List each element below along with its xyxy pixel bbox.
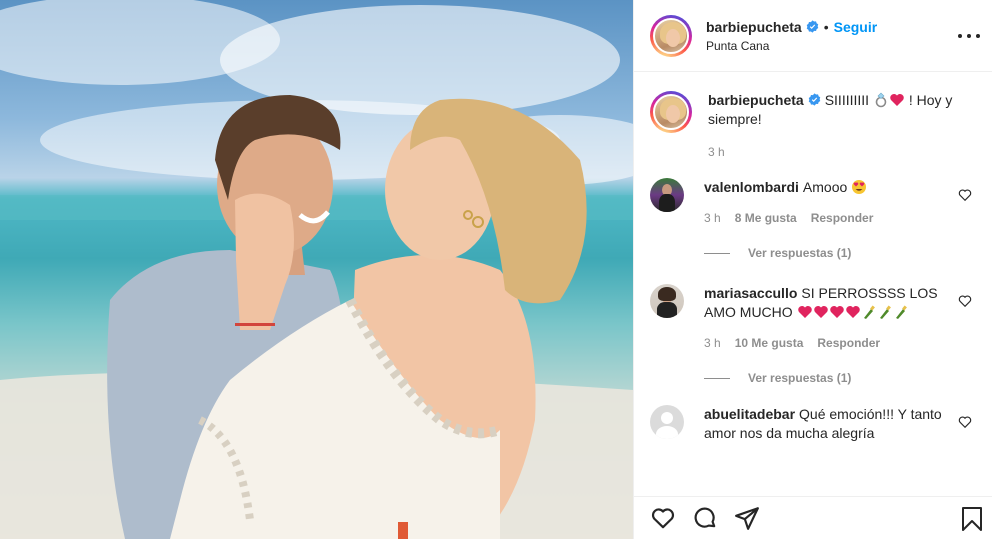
red-heart-emoji-icon — [845, 306, 860, 318]
red-heart-emoji-icon — [813, 306, 828, 318]
champagne-emoji-icon — [895, 305, 907, 319]
comment-likes[interactable]: 8 Me gusta — [735, 209, 797, 228]
comment-icon[interactable] — [692, 505, 718, 531]
comment-time[interactable]: 3 h — [704, 334, 721, 353]
view-replies-button[interactable]: Ver respuestas (1) — [704, 246, 976, 260]
post-side-panel: barbiepucheta • Seguir Punta Cana barbie… — [633, 0, 992, 539]
more-options-icon[interactable] — [958, 26, 980, 46]
comment-item: abuelitadebar Qué emoción!!! Y tanto amor… — [650, 405, 976, 443]
champagne-emoji-icon — [863, 305, 875, 319]
comment-like-heart-icon[interactable] — [958, 188, 972, 202]
ring-emoji-icon — [875, 92, 887, 108]
heart-eyes-emoji-icon — [852, 180, 867, 194]
commenter-username[interactable]: abuelitadebar — [704, 406, 795, 422]
post-header: barbiepucheta • Seguir Punta Cana — [634, 0, 992, 72]
commenter-username[interactable]: valenlombardi — [704, 179, 799, 195]
share-icon[interactable] — [734, 505, 760, 531]
comment-like-heart-icon[interactable] — [958, 294, 972, 308]
comment-time[interactable]: 3 h — [704, 209, 721, 228]
view-replies-button[interactable]: Ver respuestas (1) — [704, 371, 976, 385]
red-heart-emoji-icon — [797, 306, 812, 318]
caption-time[interactable]: 3 h — [708, 143, 725, 162]
reply-button[interactable]: Responder — [817, 334, 880, 353]
author-avatar[interactable] — [650, 14, 692, 57]
comment-item: mariasaccullo SI PERROSSSS LOS AMO MUCHO … — [650, 284, 976, 353]
commenter-avatar[interactable] — [650, 405, 684, 439]
caption-text-start: SIIIIIIIII — [824, 92, 870, 108]
author-username[interactable]: barbiepucheta — [706, 19, 802, 35]
action-bar — [634, 496, 992, 539]
commenter-avatar[interactable] — [650, 178, 684, 212]
replies-divider — [704, 252, 730, 254]
verified-badge-icon — [806, 20, 818, 33]
comment-text: Amooo — [802, 179, 848, 195]
view-replies-label: Ver respuestas (1) — [748, 246, 852, 260]
red-heart-emoji-icon — [890, 94, 904, 106]
comment-emojis — [797, 304, 909, 320]
heart-icon[interactable] — [650, 505, 676, 531]
beach-couple-illustration — [0, 0, 633, 539]
follow-button[interactable]: Seguir — [834, 19, 878, 35]
post-photo[interactable] — [0, 0, 633, 539]
commenter-username[interactable]: mariasaccullo — [704, 285, 797, 301]
separator-dot: • — [823, 18, 829, 35]
red-heart-emoji-icon — [829, 306, 844, 318]
commenter-avatar[interactable] — [650, 284, 684, 318]
bookmark-icon[interactable] — [960, 506, 984, 532]
comment-likes[interactable]: 10 Me gusta — [735, 334, 804, 353]
comment-like-heart-icon[interactable] — [958, 415, 972, 429]
caption-avatar[interactable] — [650, 91, 692, 133]
reply-button[interactable]: Responder — [811, 209, 874, 228]
verified-badge-icon — [808, 93, 820, 106]
caption-username[interactable]: barbiepucheta — [708, 92, 804, 108]
replies-divider — [704, 377, 730, 379]
comments-list[interactable]: barbiepucheta SIIIIIIIII ! Hoy y siempre!… — [634, 73, 992, 496]
post-modal: barbiepucheta • Seguir Punta Cana barbie… — [0, 0, 992, 539]
champagne-emoji-icon — [879, 305, 891, 319]
caption: barbiepucheta SIIIIIIIII ! Hoy y siempre!… — [650, 91, 976, 162]
post-location[interactable]: Punta Cana — [706, 39, 877, 53]
view-replies-label: Ver respuestas (1) — [748, 371, 852, 385]
comment-item: valenlombardi Amooo 3 h 8 Me gusta Respon… — [650, 178, 976, 228]
